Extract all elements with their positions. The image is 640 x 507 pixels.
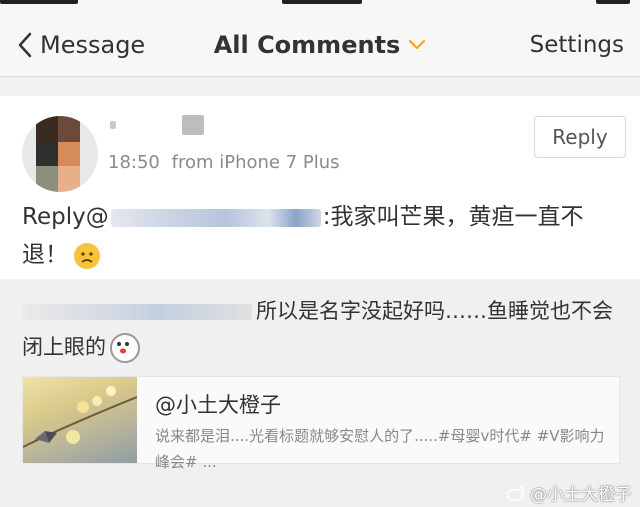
linked-post-card[interactable]: @小土大橙子 说来都是泪....光看标题就够安慰人的了.....#母婴v时代# … <box>22 376 620 471</box>
weibo-logo-icon <box>506 485 525 501</box>
watermark: @小土大橙子 <box>506 480 632 505</box>
comment-time: 18:50 <box>108 152 160 173</box>
reply-text: Reply@:我家叫芒果，黄疸一直不退！ <box>22 198 622 274</box>
mention-redacted[interactable] <box>110 208 321 227</box>
comment-card: 18:50 from iPhone 7 Plus Reply Reply@:我家… <box>0 96 640 279</box>
comment-meta: 18:50 from iPhone 7 Plus <box>108 152 340 173</box>
post-thumbnail <box>23 377 137 463</box>
chevron-down-icon <box>409 39 426 50</box>
settings-button[interactable]: Settings <box>530 26 624 64</box>
linked-post-title: @小土大橙子 <box>155 393 281 417</box>
watermark-text: @小土大橙子 <box>530 485 632 505</box>
original-post: 所以是名字没起好吗……鱼睡觉也不会闭上眼的 @小土大橙子 说来都是泪....光看… <box>0 279 640 507</box>
linked-post-description: 说来都是泪....光看标题就够安慰人的了.....#母婴v时代# #V影响力峰会… <box>155 427 605 471</box>
reply-prefix: Reply@ <box>22 204 109 230</box>
status-bar-left <box>0 0 78 4</box>
status-bar-center <box>282 0 362 4</box>
comment-source: from iPhone 7 Plus <box>171 152 340 173</box>
battery-icon <box>596 0 630 4</box>
nav-bar: Message All Comments Settings <box>0 14 640 77</box>
username-redacted[interactable] <box>110 114 204 136</box>
page-title: All Comments <box>213 31 401 59</box>
doge-emoji-icon <box>110 333 140 363</box>
original-author-redacted[interactable] <box>22 304 252 320</box>
avatar[interactable] <box>22 116 98 192</box>
status-bar <box>0 0 640 14</box>
reply-button[interactable]: Reply <box>534 116 626 158</box>
original-text: 所以是名字没起好吗……鱼睡觉也不会闭上眼的 <box>22 293 622 365</box>
sad-face-emoji-icon <box>74 242 100 269</box>
